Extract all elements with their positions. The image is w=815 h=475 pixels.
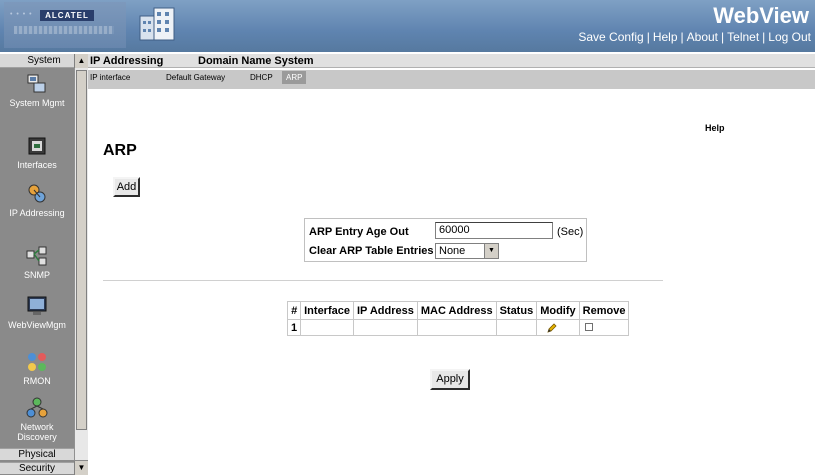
- row-index: 1: [286, 319, 302, 336]
- sidebar-item-label: Interfaces: [17, 160, 57, 170]
- table-header-row: # Interface IP Address MAC Address Statu…: [286, 301, 630, 320]
- col-header-remove: Remove: [578, 301, 630, 320]
- row-ip-address: [352, 319, 418, 336]
- system-mgmt-icon: [27, 74, 46, 93]
- help-top-link[interactable]: Help: [653, 30, 678, 44]
- interfaces-icon: [28, 137, 46, 155]
- age-out-label: ARP Entry Age Out: [309, 226, 409, 238]
- sidebar-item-label: System Mgmt: [9, 98, 65, 108]
- tab-ip-addressing[interactable]: IP Addressing: [90, 55, 163, 67]
- sidebar-section-security[interactable]: Security: [0, 462, 74, 474]
- sidebar-item-label: WebViewMgm: [8, 320, 66, 330]
- sidebar-item-rmon[interactable]: RMON: [0, 350, 74, 386]
- sidebar-item-ip-addressing[interactable]: IP Addressing: [0, 182, 74, 218]
- clear-entries-label: Clear ARP Table Entries: [309, 245, 434, 257]
- section-divider: [103, 280, 663, 281]
- subtab-default-gateway[interactable]: Default Gateway: [166, 73, 225, 82]
- subtab-dhcp[interactable]: DHCP: [250, 73, 273, 82]
- age-out-unit: (Sec): [557, 226, 584, 238]
- subtab-ip-interface[interactable]: IP interface: [90, 73, 130, 82]
- apply-button[interactable]: Apply: [430, 369, 470, 390]
- sidebar-item-system-mgmt[interactable]: System Mgmt: [0, 72, 74, 108]
- webview-mgmt-icon: [27, 296, 47, 315]
- sidebar-item-network-discovery[interactable]: Network Discovery: [0, 396, 74, 442]
- clear-entries-select[interactable]: None ▼: [435, 243, 499, 259]
- col-header-interface: Interface: [300, 301, 354, 320]
- col-header-index: #: [286, 301, 302, 320]
- scrollbar-thumb[interactable]: [76, 70, 87, 430]
- logo-tagline: [14, 26, 114, 34]
- logo-brand-text: ALCATEL: [40, 10, 94, 21]
- tab-domain-name-system[interactable]: Domain Name System: [198, 55, 314, 67]
- save-config-link[interactable]: Save Config: [578, 30, 643, 44]
- pencil-icon[interactable]: [546, 322, 558, 334]
- sidebar-item-label: Network Discovery: [17, 422, 57, 442]
- scroll-up-icon[interactable]: ▲: [74, 54, 88, 68]
- top-links: Save Config | Help | About | Telnet | Log Out: [578, 30, 811, 44]
- clear-entries-value: None: [439, 245, 466, 257]
- row-mac-address: [416, 319, 497, 336]
- chevron-down-icon[interactable]: ▼: [484, 244, 498, 258]
- sidebar-item-webview-mgmt[interactable]: WebViewMgm: [0, 294, 74, 330]
- sidebar-item-label: IP Addressing: [9, 208, 65, 218]
- scroll-down-icon[interactable]: ▼: [74, 461, 88, 475]
- help-link[interactable]: Help: [705, 123, 725, 133]
- col-header-status: Status: [495, 301, 538, 320]
- page-title: ARP: [103, 142, 137, 159]
- sub-tab-bar: IP interface Default Gateway DHCP ARP: [88, 70, 815, 89]
- sidebar-item-snmp[interactable]: SNMP: [0, 244, 74, 280]
- rmon-icon: [28, 353, 46, 371]
- row-interface: [300, 319, 354, 336]
- logo-dots: • • • •: [10, 11, 33, 18]
- main-tab-bar: IP Addressing Domain Name System: [88, 54, 815, 68]
- about-link[interactable]: About: [687, 30, 718, 44]
- top-banner: • • • • ALCATEL WebView Save Config | Help…: [0, 0, 815, 52]
- telnet-link[interactable]: Telnet: [727, 30, 759, 44]
- sidebar-item-interfaces[interactable]: Interfaces: [0, 134, 74, 170]
- ip-addressing-icon: [28, 184, 46, 203]
- arp-table: # Interface IP Address MAC Address Statu…: [286, 301, 630, 336]
- network-discovery-icon: [26, 397, 48, 418]
- building-icon: [139, 7, 175, 41]
- app-title: WebView: [713, 3, 809, 28]
- sidebar-scrollbar[interactable]: [74, 68, 88, 460]
- add-button[interactable]: Add: [113, 177, 140, 197]
- alcatel-logo: • • • • ALCATEL: [4, 2, 126, 48]
- row-modify-cell: [536, 319, 580, 336]
- sidebar: System ▲ System Mgmt Interfaces IP Addre…: [0, 54, 88, 475]
- snmp-icon: [26, 246, 47, 266]
- col-header-ip-address: IP Address: [352, 301, 418, 320]
- logout-link[interactable]: Log Out: [768, 30, 811, 44]
- sidebar-item-label: RMON: [23, 376, 51, 386]
- row-remove-cell: [578, 319, 630, 336]
- row-status: [495, 319, 538, 336]
- arp-settings-form: ARP Entry Age Out 60000 (Sec) Clear ARP …: [304, 218, 587, 262]
- col-header-mac-address: MAC Address: [416, 301, 497, 320]
- table-row: 1: [286, 319, 630, 336]
- sidebar-section-physical[interactable]: Physical: [0, 448, 74, 460]
- sidebar-item-label: SNMP: [23, 270, 50, 280]
- col-header-modify: Modify: [536, 301, 580, 320]
- age-out-input[interactable]: 60000: [435, 222, 553, 239]
- subtab-arp[interactable]: ARP: [282, 71, 307, 84]
- remove-checkbox[interactable]: [584, 322, 593, 331]
